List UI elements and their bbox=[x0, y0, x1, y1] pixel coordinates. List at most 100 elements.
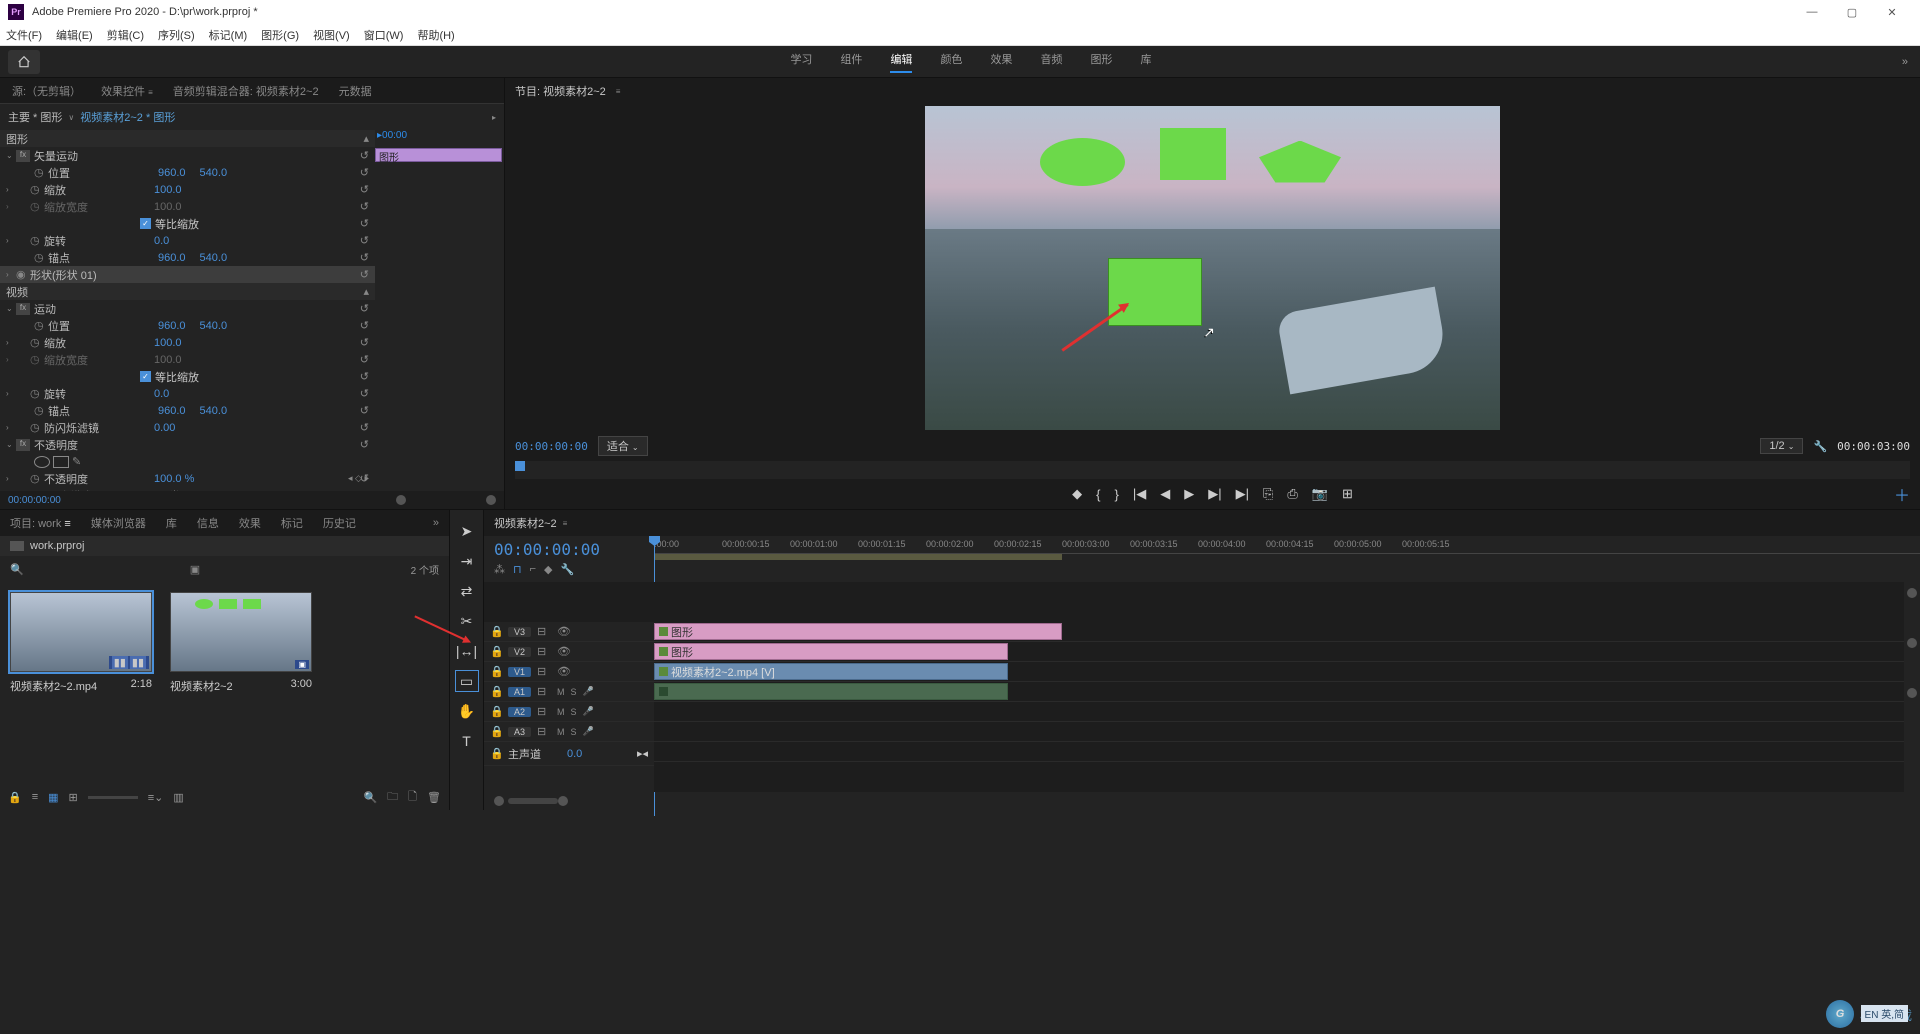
video-frame[interactable] bbox=[925, 106, 1500, 430]
add-button[interactable]: ＋ bbox=[1894, 482, 1910, 506]
search-icon[interactable]: 🔍 bbox=[10, 563, 24, 576]
new-item-icon[interactable]: 🗋 bbox=[408, 788, 417, 807]
mask-ellipse-icon[interactable] bbox=[34, 456, 50, 468]
voice-icon[interactable]: 🎤 bbox=[583, 726, 594, 737]
track-header-v1[interactable]: 🔒V1⊟👁 bbox=[484, 662, 654, 682]
track-header-a2[interactable]: 🔒A2⊟MS🎤 bbox=[484, 702, 654, 722]
zoom-handle[interactable] bbox=[494, 796, 504, 806]
position-y[interactable]: 540.0 bbox=[200, 167, 228, 179]
scroll-handle[interactable] bbox=[1907, 688, 1917, 698]
timeline-vscroll[interactable] bbox=[1904, 582, 1920, 792]
panel-menu-icon[interactable]: ≡ bbox=[616, 87, 621, 96]
clip-video[interactable]: 视频素材2~2.mp4 [V] bbox=[654, 663, 1008, 680]
tab-effects[interactable]: 效果 bbox=[239, 515, 261, 531]
checkbox-uniform[interactable]: ✓ bbox=[140, 218, 151, 229]
anchor-x[interactable]: 960.0 bbox=[158, 252, 186, 264]
eye-icon[interactable]: 👁 bbox=[557, 645, 571, 658]
menu-help[interactable]: 帮助(H) bbox=[417, 27, 454, 43]
snap-icon[interactable]: ⊓ bbox=[513, 563, 522, 576]
fx-opacity[interactable]: ⌄fx不透明度↺ bbox=[0, 436, 375, 453]
find-icon[interactable]: 🔍 bbox=[363, 791, 377, 804]
toggle-icon[interactable]: ⊟ bbox=[537, 665, 551, 678]
tabs-more[interactable]: » bbox=[433, 517, 439, 529]
shape-rectangle-center[interactable] bbox=[1108, 258, 1202, 326]
mute-button[interactable]: M bbox=[557, 707, 565, 717]
thumbnail-image[interactable]: ▮▮▮▮ bbox=[10, 592, 152, 672]
toggle-icon[interactable]: ⊟ bbox=[537, 705, 551, 718]
lock-icon[interactable]: 🔒 bbox=[490, 747, 502, 760]
section-video[interactable]: 视频▴ bbox=[0, 283, 375, 300]
ws-effects[interactable]: 效果 bbox=[990, 51, 1012, 73]
extract-button[interactable]: ⎙ bbox=[1287, 486, 1297, 502]
ime-indicator[interactable]: EN 英,简 bbox=[1861, 1005, 1908, 1022]
anchor-y[interactable]: 540.0 bbox=[200, 252, 228, 264]
mark-in-button[interactable]: { bbox=[1096, 487, 1100, 502]
reset-icon[interactable]: ↺ bbox=[360, 200, 369, 213]
thumbnail-image[interactable]: ▣ bbox=[170, 592, 312, 672]
track-header-master[interactable]: 🔒主声道0.0▸◂ bbox=[484, 742, 654, 766]
workspace-more[interactable]: » bbox=[1902, 56, 1908, 68]
ws-learn[interactable]: 学习 bbox=[790, 51, 812, 73]
fx-badge-icon[interactable]: fx bbox=[16, 439, 30, 451]
tab-info[interactable]: 信息 bbox=[197, 515, 219, 531]
tab-metadata[interactable]: 元数据 bbox=[339, 83, 372, 99]
track-a3[interactable] bbox=[654, 722, 1904, 742]
master-volume[interactable]: 0.0 bbox=[567, 748, 582, 760]
close-button[interactable]: ✕ bbox=[1872, 0, 1912, 24]
track-a2[interactable] bbox=[654, 702, 1904, 722]
shape-layer-row[interactable]: ›◉形状(形状 01)↺ bbox=[0, 266, 375, 283]
stopwatch-icon[interactable]: ◷ bbox=[30, 183, 44, 196]
lock-icon[interactable]: 🔒 bbox=[490, 665, 502, 678]
reset-icon[interactable]: ↺ bbox=[360, 404, 369, 417]
maximize-button[interactable]: ▢ bbox=[1832, 0, 1872, 24]
ws-audio[interactable]: 音频 bbox=[1040, 51, 1062, 73]
toggle-icon[interactable]: ⊟ bbox=[537, 625, 551, 638]
program-title[interactable]: 节目: 视频素材2~2 bbox=[515, 83, 606, 99]
auto-sequence-icon[interactable]: ▥ bbox=[173, 791, 183, 804]
track-header-v2[interactable]: 🔒V2⊟👁 bbox=[484, 642, 654, 662]
fx-badge-icon[interactable]: fx bbox=[16, 150, 30, 162]
reset-icon[interactable]: ↺ bbox=[360, 472, 369, 485]
track-v2[interactable]: 图形 bbox=[654, 642, 1904, 662]
menu-window[interactable]: 窗口(W) bbox=[364, 27, 404, 43]
effect-mini-timeline[interactable]: ▸00:00 图形 bbox=[375, 130, 504, 491]
new-bin-icon[interactable]: 🗀 bbox=[387, 788, 398, 807]
track-v3[interactable]: 图形 bbox=[654, 622, 1904, 642]
menu-graphics[interactable]: 图形(G) bbox=[261, 27, 299, 43]
icon-view-icon[interactable]: ▦ bbox=[48, 791, 58, 804]
ws-color[interactable]: 颜色 bbox=[940, 51, 962, 73]
resolution-dropdown[interactable]: 1/2 ⌄ bbox=[1760, 438, 1803, 454]
razor-tool[interactable]: ✂ bbox=[455, 610, 479, 632]
reset-icon[interactable]: ↺ bbox=[360, 149, 369, 162]
marker-icon[interactable]: ◆ bbox=[544, 563, 552, 576]
mark-out-button[interactable]: } bbox=[1114, 487, 1118, 502]
project-item-2[interactable]: ▣ 视频素材2~23:00 bbox=[170, 592, 312, 694]
ws-graphics[interactable]: 图形 bbox=[1090, 51, 1112, 73]
step-back-button[interactable]: ◀ bbox=[1160, 486, 1170, 502]
settings-icon[interactable]: 🔧 bbox=[1813, 440, 1827, 453]
work-area-bar[interactable] bbox=[654, 554, 1062, 560]
timeline-ruler[interactable]: :00:00 00:00:00:15 00:00:01:00 00:00:01:… bbox=[654, 536, 1920, 582]
program-time-ruler[interactable] bbox=[515, 461, 1910, 479]
menu-sequence[interactable]: 序列(S) bbox=[158, 27, 195, 43]
panel-menu-icon[interactable]: ≡ bbox=[148, 88, 153, 97]
tab-markers[interactable]: 标记 bbox=[281, 515, 303, 531]
reset-icon[interactable]: ↺ bbox=[360, 234, 369, 247]
clip-audio[interactable] bbox=[654, 683, 1008, 700]
trash-icon[interactable]: 🗑 bbox=[427, 791, 441, 804]
shape-ellipse[interactable] bbox=[1040, 138, 1125, 186]
tab-effect-controls[interactable]: 效果控件 ≡ bbox=[101, 83, 153, 99]
reset-icon[interactable]: ↺ bbox=[360, 438, 369, 451]
stopwatch-icon[interactable]: ◷ bbox=[30, 387, 44, 400]
mask-rect-icon[interactable] bbox=[53, 456, 69, 468]
rotation-value[interactable]: 0.0 bbox=[154, 235, 169, 247]
track-header-v3[interactable]: 🔒V3⊟👁 bbox=[484, 622, 654, 642]
go-to-in-button[interactable]: |◀ bbox=[1133, 486, 1146, 502]
visibility-icon[interactable]: ◉ bbox=[16, 268, 30, 281]
reset-icon[interactable]: ↺ bbox=[360, 319, 369, 332]
solo-button[interactable]: S bbox=[571, 687, 577, 697]
fx-motion[interactable]: ⌄fx运动↺ bbox=[0, 300, 375, 317]
zoom-fit-dropdown[interactable]: 适合 ⌄ bbox=[598, 436, 648, 456]
breadcrumb-master[interactable]: 主要 * 图形 bbox=[8, 109, 62, 125]
lift-button[interactable]: ⎘ bbox=[1263, 486, 1273, 502]
